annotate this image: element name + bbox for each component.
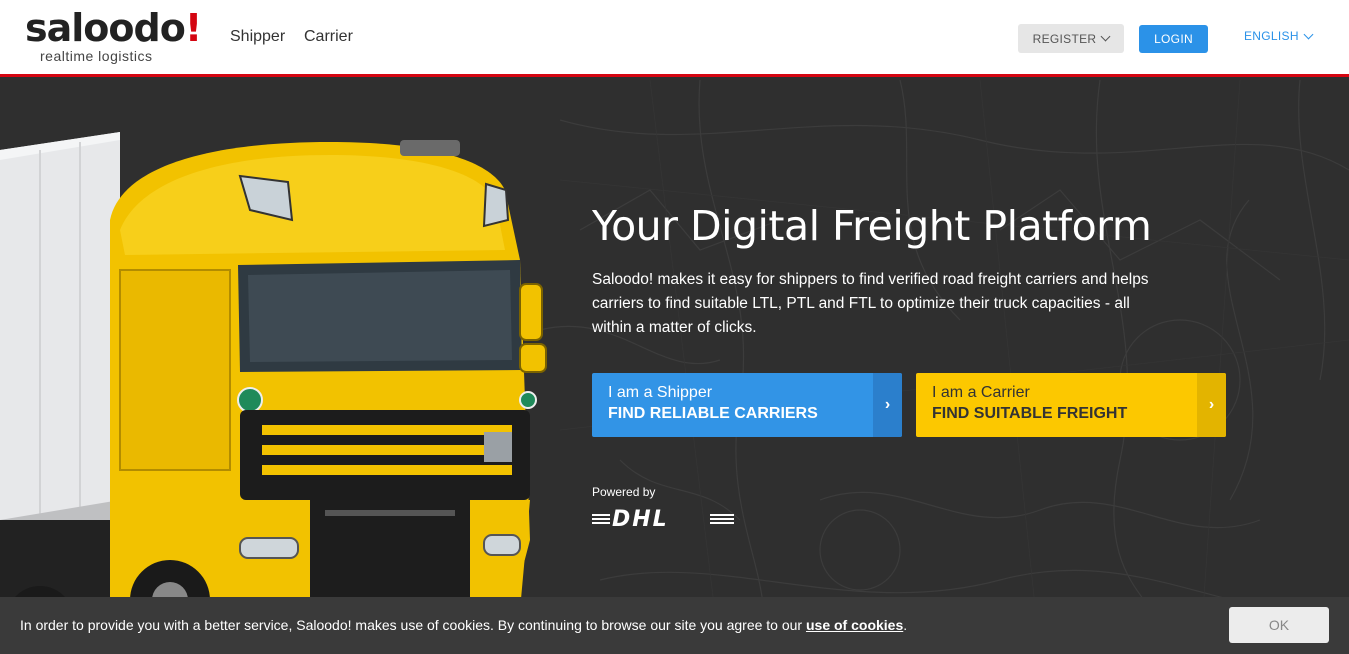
carrier-cta-title: FIND SUITABLE FREIGHT bbox=[932, 405, 1128, 422]
dhl-logo: DHL bbox=[592, 507, 734, 532]
cookie-banner: In order to provide you with a better se… bbox=[0, 597, 1349, 654]
cookie-ok-button[interactable]: OK bbox=[1229, 607, 1329, 643]
login-button[interactable]: LOGIN bbox=[1139, 25, 1208, 53]
logo-tagline: realtime logistics bbox=[40, 48, 153, 64]
chevron-down-icon bbox=[1100, 31, 1111, 42]
language-label: ENGLISH bbox=[1244, 29, 1299, 43]
hero-description: Saloodo! makes it easy for shippers to f… bbox=[592, 271, 1149, 336]
shipper-cta-button[interactable]: I am a Shipper FIND RELIABLE CARRIERS › bbox=[592, 373, 902, 437]
shipper-cta-subtitle: I am a Shipper bbox=[608, 384, 713, 401]
chevron-right-icon: › bbox=[1197, 373, 1226, 437]
register-button[interactable]: REGISTER bbox=[1018, 24, 1124, 53]
nav-carrier[interactable]: Carrier bbox=[304, 28, 353, 46]
cookie-text: In order to provide you with a better se… bbox=[20, 617, 908, 633]
powered-by-label: Powered by bbox=[592, 485, 656, 499]
carrier-cta-subtitle: I am a Carrier bbox=[932, 384, 1030, 401]
svg-text:DHL: DHL bbox=[612, 507, 669, 532]
saloodo-logo[interactable]: saloodo! realtime logistics bbox=[25, 6, 202, 66]
nav-shipper[interactable]: Shipper bbox=[230, 28, 285, 46]
chevron-down-icon bbox=[1303, 29, 1314, 39]
yellow-truck-image bbox=[0, 132, 547, 654]
shipper-cta-title: FIND RELIABLE CARRIERS bbox=[608, 405, 818, 422]
register-label: REGISTER bbox=[1032, 31, 1097, 46]
hero-title: Your Digital Freight Platform bbox=[592, 202, 1152, 250]
chevron-right-icon: › bbox=[873, 373, 902, 437]
hero-section: Your Digital Freight Platform Saloodo! m… bbox=[0, 80, 1349, 654]
logo-wordmark: saloodo! bbox=[25, 6, 202, 50]
cookie-policy-link[interactable]: use of cookies bbox=[806, 617, 903, 633]
site-header: saloodo! realtime logistics Shipper Carr… bbox=[0, 0, 1349, 77]
language-selector[interactable]: ENGLISH bbox=[1244, 29, 1314, 43]
carrier-cta-button[interactable]: I am a Carrier FIND SUITABLE FREIGHT › bbox=[916, 373, 1226, 437]
